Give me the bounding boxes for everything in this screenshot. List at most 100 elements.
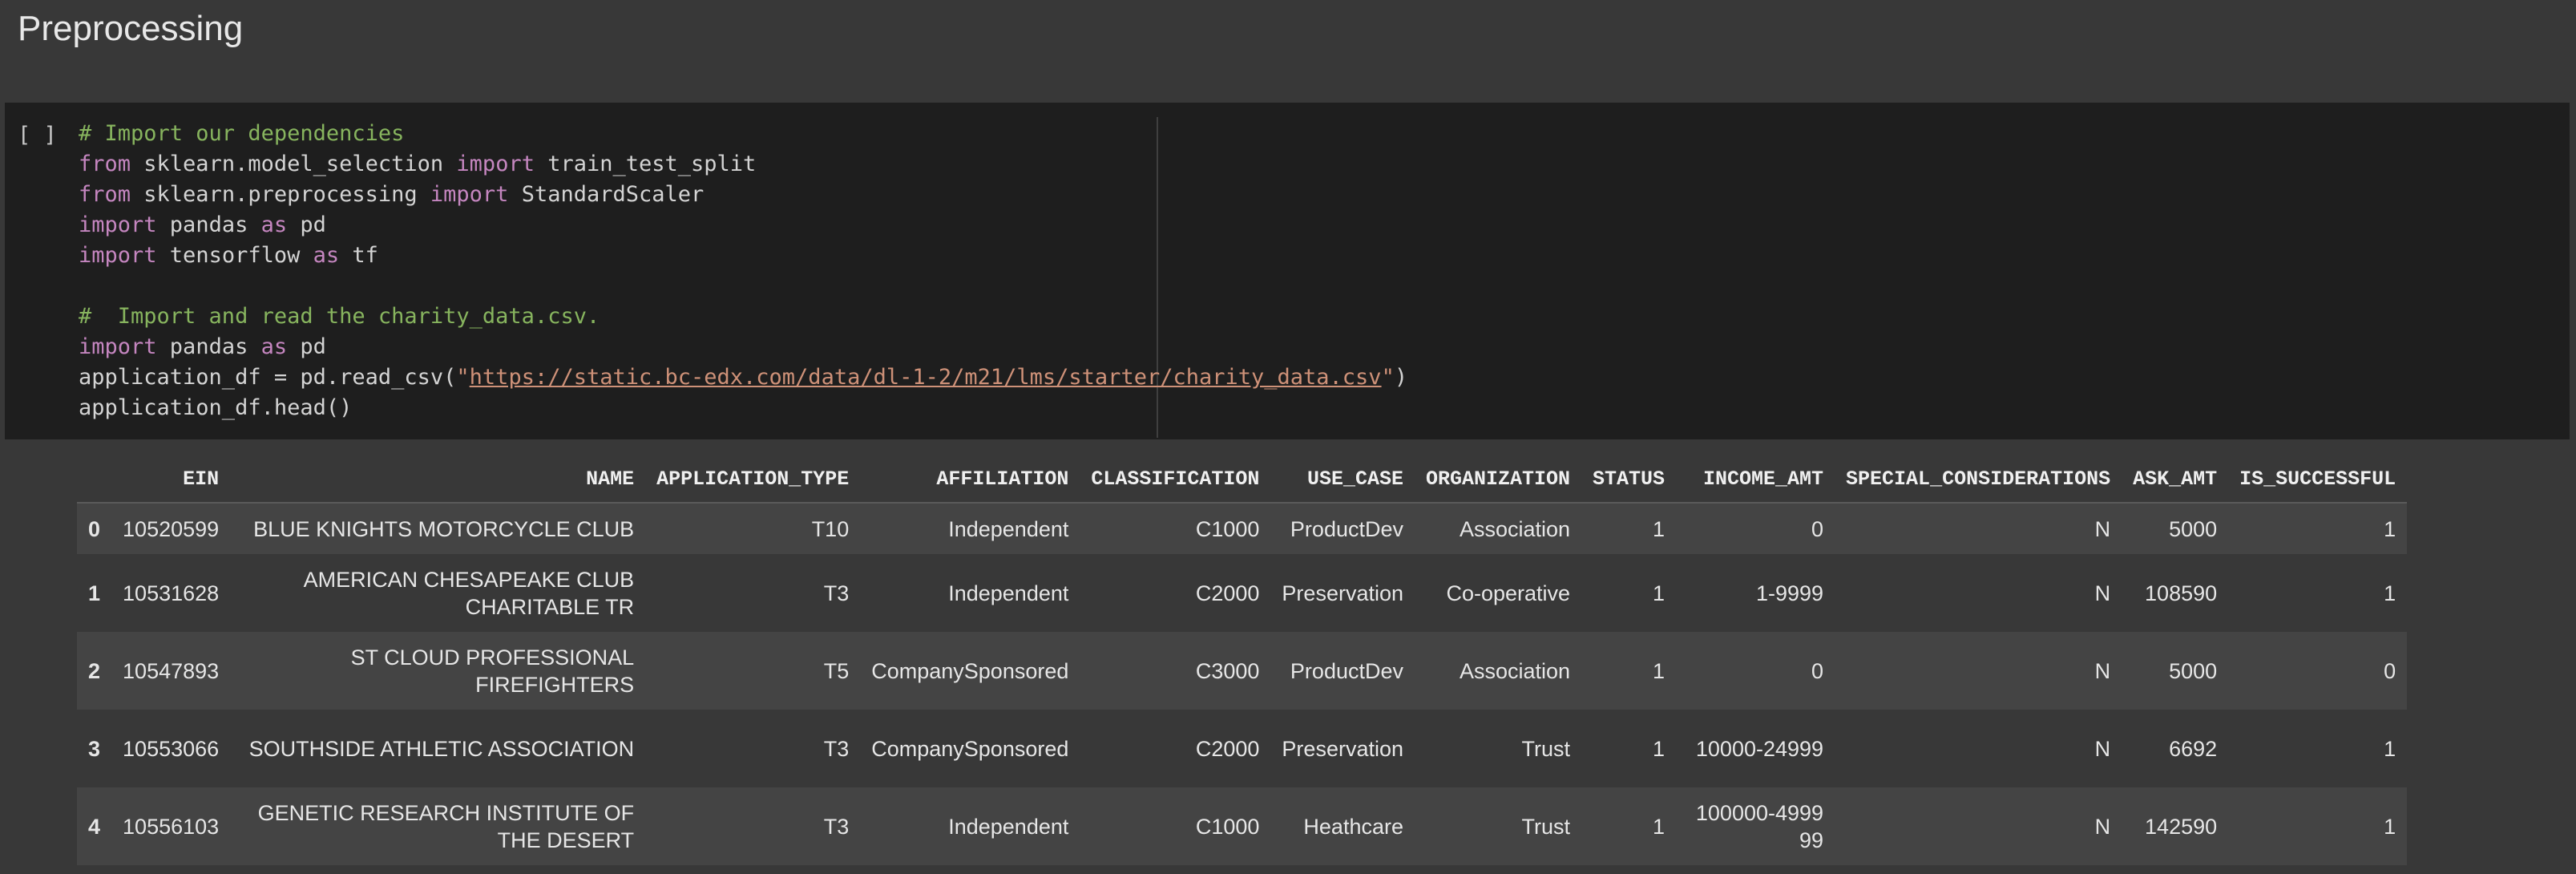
table-row: 4 10556103 GENETIC RESEARCH INSTITUTE OF T… xyxy=(77,787,2408,865)
table-cell: 1 xyxy=(1653,736,1666,761)
table-cell: 6692 xyxy=(2169,736,2218,761)
code-token: sklearn.preprocessing xyxy=(131,182,430,207)
code-token: " xyxy=(456,365,470,390)
table-cell: T3 xyxy=(823,814,850,839)
code-line: # Import and read the charity_data.csv. xyxy=(79,301,1407,332)
code-line: from sklearn.model_selection import trai… xyxy=(79,149,1407,180)
code-token: from xyxy=(79,152,131,176)
code-token: " xyxy=(1381,365,1395,390)
row-index: 3 xyxy=(88,736,101,761)
code-token: import xyxy=(456,152,535,176)
code-token: from xyxy=(79,182,131,207)
code-line: import tensorflow as tf xyxy=(79,241,1407,271)
table-row: 0 10520599 BLUE KNIGHTS MOTORCYCLE CLUB T10… xyxy=(77,503,2408,554)
table-row: 1 10531628 AMERICAN CHESAPEAKE CLUB CHARIT… xyxy=(77,554,2408,632)
code-token: as xyxy=(260,334,288,359)
code-line: import pandas as pd xyxy=(79,210,1407,241)
table-cell: C3000 xyxy=(1195,658,1260,683)
table-cell: C2000 xyxy=(1195,736,1260,761)
table-cell: Independent xyxy=(948,581,1069,605)
table-cell: BLUE KNIGHTS MOTORCYCLE CLUB xyxy=(253,516,635,541)
table-cell: 10000-24999 xyxy=(1695,736,1824,761)
code-token: import xyxy=(79,243,157,268)
column-header xyxy=(77,455,112,504)
table-cell: 142590 xyxy=(2145,814,2218,839)
column-header: IS_SUCCESSFUL xyxy=(2228,455,2408,504)
column-header: CLASSIFICATION xyxy=(1080,455,1271,504)
table-cell: T3 xyxy=(823,736,850,761)
table-cell: N xyxy=(2094,736,2111,761)
table-cell: Heathcare xyxy=(1303,814,1403,839)
table-cell: 5000 xyxy=(2169,516,2218,541)
code-token: as xyxy=(260,212,288,237)
dataframe-table: EIN NAME APPLICATION_TYPE AFFILIATION CLASSI… xyxy=(77,455,2408,865)
code-token: import xyxy=(430,182,509,207)
table-cell: 10531628 xyxy=(123,581,220,605)
row-index: 0 xyxy=(88,516,101,541)
section-heading: Preprocessing xyxy=(18,9,244,48)
column-header: SPECIAL_CONSIDERATIONS xyxy=(1835,455,2122,504)
code-line: import pandas as pd xyxy=(79,332,1407,362)
table-cell: Independent xyxy=(948,814,1069,839)
table-cell: ST CLOUD PROFESSIONAL FIREFIGHTERS xyxy=(350,645,635,697)
row-index: 4 xyxy=(88,814,101,839)
table-cell: N xyxy=(2094,516,2111,541)
table-cell: SOUTHSIDE ATHLETIC ASSOCIATION xyxy=(248,736,635,761)
table-cell: Preservation xyxy=(1282,581,1403,605)
row-index: 1 xyxy=(88,581,101,605)
code-token: sklearn.model_selection xyxy=(131,152,457,176)
code-token: tf xyxy=(339,243,378,268)
column-header: INCOME_AMT xyxy=(1676,455,1835,504)
table-cell: Association xyxy=(1459,516,1571,541)
code-token: ) xyxy=(1394,365,1408,390)
table-cell: GENETIC RESEARCH INSTITUTE OF THE DESERT xyxy=(257,800,635,852)
table-cell: 100000-499999 xyxy=(1695,800,1824,852)
table-cell: 1 xyxy=(1653,516,1666,541)
code-line: # Import our dependencies xyxy=(79,119,1407,149)
code-token: # Import our dependencies xyxy=(79,121,405,146)
code-line: from sklearn.preprocessing import Standa… xyxy=(79,180,1407,210)
table-cell: T3 xyxy=(823,581,850,605)
table-cell: CompanySponsored xyxy=(871,658,1069,683)
table-cell: 108590 xyxy=(2145,581,2218,605)
table-cell: C1000 xyxy=(1195,516,1260,541)
code-url-link[interactable]: https://static.bc-edx.com/data/dl-1-2/m2… xyxy=(470,365,1382,390)
table-cell: 1 xyxy=(2384,581,2396,605)
table-cell: 1 xyxy=(1653,658,1666,683)
table-cell: 0 xyxy=(1811,658,1824,683)
column-header: NAME xyxy=(230,455,646,504)
code-token: import xyxy=(79,212,157,237)
table-cell: AMERICAN CHESAPEAKE CLUB CHARITABLE TR xyxy=(303,567,635,619)
table-row: 3 10553066 SOUTHSIDE ATHLETIC ASSOCIATION T… xyxy=(77,710,2408,787)
table-cell: 1 xyxy=(2384,516,2396,541)
table-cell: N xyxy=(2094,658,2111,683)
table-cell: C2000 xyxy=(1195,581,1260,605)
table-cell: Independent xyxy=(948,516,1069,541)
row-index: 2 xyxy=(88,658,101,683)
cell-output: EIN NAME APPLICATION_TYPE AFFILIATION CLASSI… xyxy=(77,455,2573,865)
run-cell-button[interactable]: [ ] xyxy=(18,120,57,151)
column-header: EIN xyxy=(111,455,231,504)
code-token: pandas xyxy=(156,212,261,237)
table-cell: 1 xyxy=(1653,581,1666,605)
table-cell: ProductDev xyxy=(1290,516,1403,541)
table-cell: T10 xyxy=(811,516,850,541)
code-token: tensorflow xyxy=(156,243,313,268)
table-cell: N xyxy=(2094,581,2111,605)
code-token: application_df = pd.read_csv( xyxy=(79,365,457,390)
code-token: pd xyxy=(287,334,326,359)
table-cell: T5 xyxy=(823,658,850,683)
column-header: APPLICATION_TYPE xyxy=(645,455,861,504)
table-cell: 1-9999 xyxy=(1755,581,1824,605)
table-cell: 10547893 xyxy=(123,658,220,683)
code-editor[interactable]: # Import our dependencies from sklearn.mo… xyxy=(79,119,1407,423)
table-cell: ProductDev xyxy=(1290,658,1403,683)
code-cell[interactable]: [ ] # Import our dependencies from sklear… xyxy=(5,103,2570,439)
table-cell: 10520599 xyxy=(123,516,220,541)
column-header: AFFILIATION xyxy=(860,455,1080,504)
column-header: ORGANIZATION xyxy=(1415,455,1582,504)
code-token: as xyxy=(313,243,340,268)
code-line: application_df = pd.read_csv("https://st… xyxy=(79,362,1407,393)
table-cell: N xyxy=(2094,814,2111,839)
